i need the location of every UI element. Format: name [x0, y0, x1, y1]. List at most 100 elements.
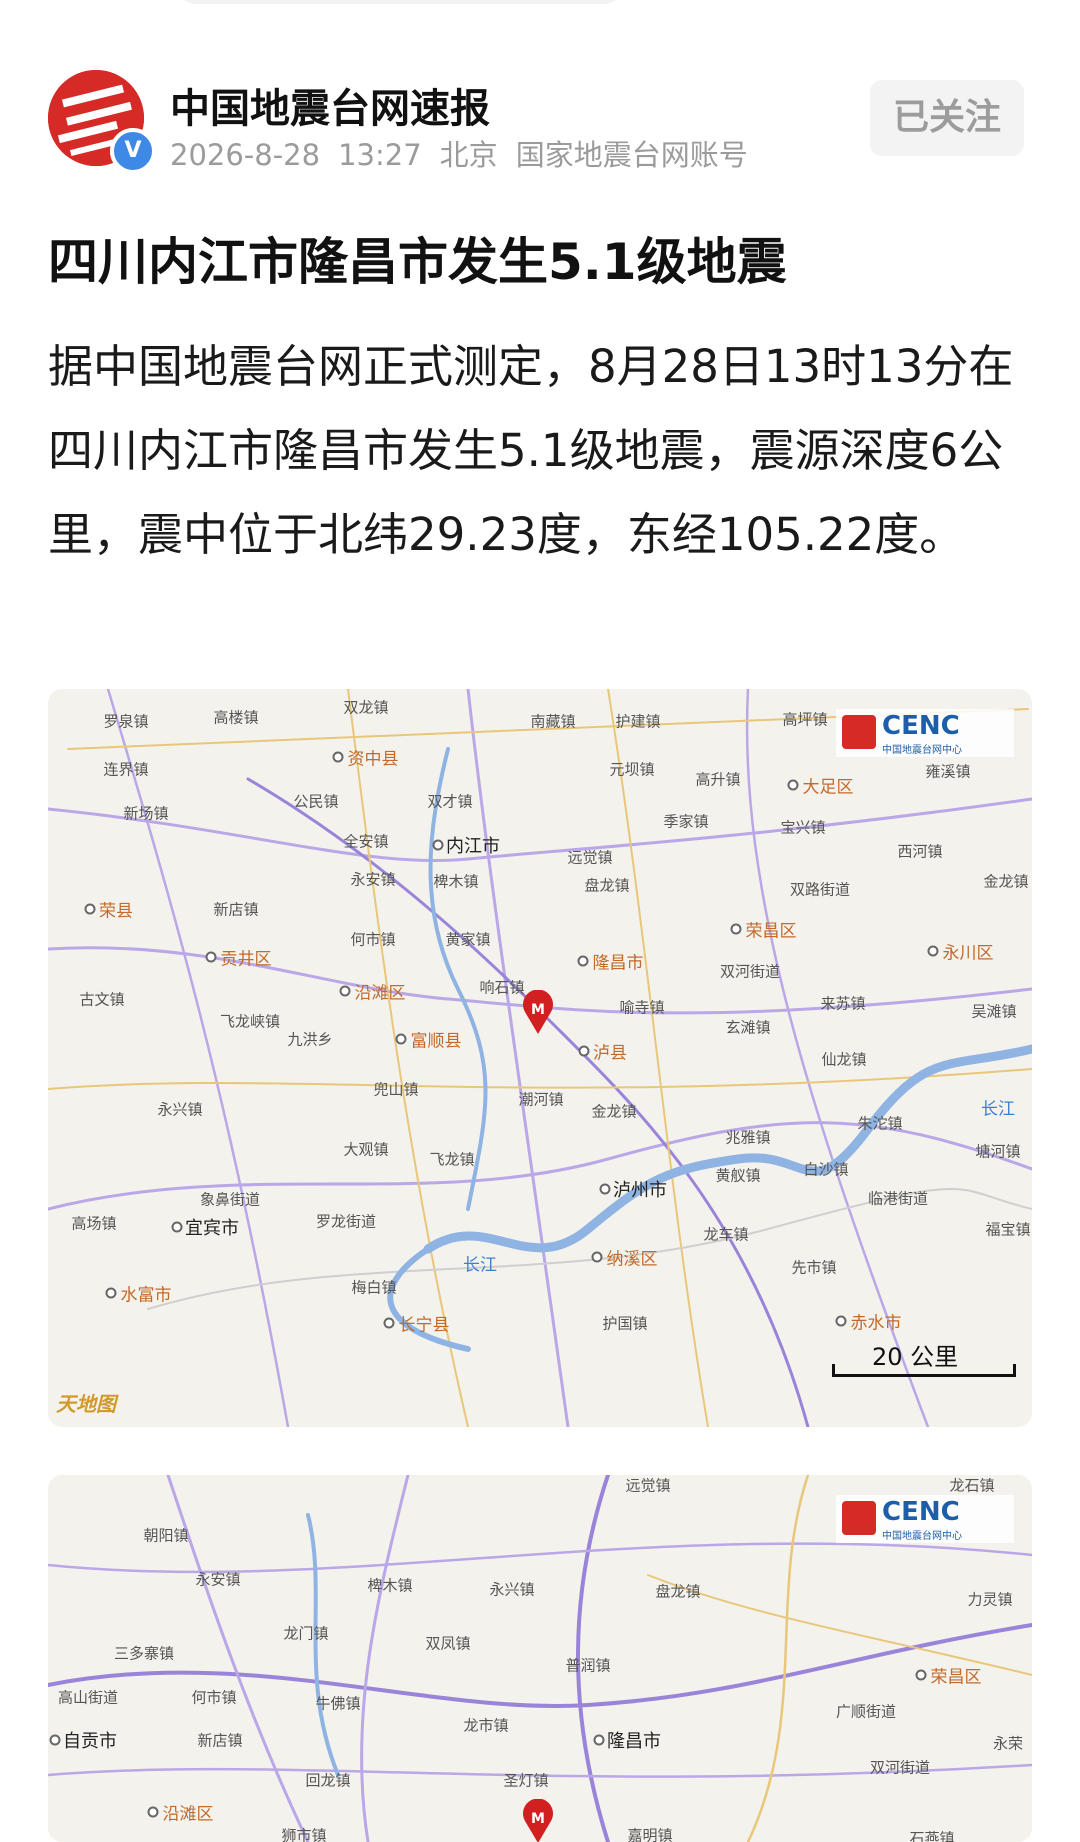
cenc-logo-sub: 中国地震台网中心 — [882, 1531, 962, 1542]
map-place-label: 先市镇 — [791, 1258, 837, 1277]
map-place-label: 飞龙峡镇 — [219, 1012, 281, 1031]
map-place-label: 荣县 — [99, 901, 133, 922]
map-place-label: 金龙镇 — [983, 872, 1029, 891]
map-place-label: 纳溪区 — [606, 1249, 658, 1270]
cenc-logo-text: CENC — [882, 711, 960, 741]
map-place-label: 龙车镇 — [703, 1225, 749, 1244]
map-place-label: 内江市 — [446, 836, 500, 857]
scale-bar — [832, 1364, 1016, 1377]
map-place-dot-icon — [578, 1045, 590, 1057]
map-place-label: 泸县 — [593, 1043, 627, 1064]
map-place-label: 椑木镇 — [367, 1576, 413, 1595]
map-place-dot-icon — [599, 1183, 611, 1195]
post-meta: 2026-8-28 13:27 北京 国家地震台网账号 — [170, 132, 766, 174]
map-place-label: 大观镇 — [343, 1140, 389, 1159]
map-place-label: 朱沱镇 — [857, 1114, 903, 1133]
map-place-label: 何市镇 — [191, 1688, 237, 1707]
map-place-label: 长江 — [981, 1099, 1015, 1120]
map-place-dot-icon — [205, 951, 217, 963]
map-place-label: 普润镇 — [565, 1656, 611, 1675]
map-place-label: 富顺县 — [410, 1031, 462, 1052]
account-type: 国家地震台网账号 — [515, 138, 748, 172]
map-place-label: 资中县 — [347, 749, 399, 770]
map-place-label: 季家镇 — [663, 812, 709, 831]
map-place-dot-icon — [591, 1251, 603, 1263]
map-place-label: 泸州市 — [613, 1180, 667, 1201]
verified-badge-icon: V — [110, 128, 156, 174]
map-place-dot-icon — [787, 779, 799, 791]
map-place-label: 嘉明镇 — [627, 1826, 673, 1842]
map-place-label: 盘龙镇 — [584, 876, 630, 895]
map-place-label: 吴滩镇 — [971, 1002, 1017, 1021]
map-place-label: 九洪乡 — [287, 1030, 333, 1049]
map-place-label: 金龙镇 — [591, 1102, 637, 1121]
map-place-label: 龙门镇 — [283, 1624, 329, 1643]
map-place-label: 福宝镇 — [985, 1220, 1031, 1239]
map-place-label: 护国镇 — [602, 1314, 648, 1333]
map-place-dot-icon — [915, 1669, 927, 1681]
map-place-label: 飞龙镇 — [429, 1150, 475, 1169]
map-place-label: 临港街道 — [867, 1189, 929, 1208]
map-place-label: 长江 — [463, 1255, 497, 1276]
map-place-label: 永安镇 — [350, 870, 396, 889]
map-place-dot-icon — [730, 923, 742, 935]
map-place-label: 南藏镇 — [530, 712, 576, 731]
map-place-dot-icon — [432, 839, 444, 851]
map-place-label: 贡井区 — [220, 949, 272, 970]
account-name[interactable]: 中国地震台网速报 — [170, 76, 490, 134]
map-place-label: 罗泉镇 — [103, 712, 149, 731]
map-place-label: 朝阳镇 — [143, 1526, 189, 1545]
map-provider-logo: 天地图 — [56, 1392, 116, 1416]
map-place-label: 全安镇 — [343, 832, 389, 851]
map-place-label: 水富市 — [120, 1285, 172, 1306]
map-place-label: 玄滩镇 — [725, 1018, 771, 1037]
earthquake-map-regional[interactable]: M CENC 中国地震台网中心 20 公里 天地图 罗泉镇 高楼镇 双龙镇 南藏镇 护建… — [48, 689, 1032, 1427]
map-place-label: 白沙镇 — [803, 1160, 849, 1179]
map-place-label: 沿滩区 — [354, 983, 406, 1004]
svg-text:M: M — [531, 1002, 545, 1018]
article-body: 据中国地震台网正式测定，8月28日13时13分在四川内江市隆昌市发生5.1级地震… — [48, 340, 1014, 561]
map-place-label: 力灵镇 — [967, 1590, 1013, 1609]
map-place-label: 雍溪镇 — [925, 762, 971, 781]
map-place-label: 龙市镇 — [463, 1716, 509, 1735]
svg-text:M: M — [531, 1811, 545, 1827]
map-place-label: 远觉镇 — [625, 1476, 671, 1495]
map-place-dot-icon — [395, 1033, 407, 1045]
map-place-label: 黄家镇 — [445, 930, 491, 949]
map-place-label: 永安镇 — [195, 1570, 241, 1589]
map-place-label: 双凤镇 — [425, 1634, 471, 1653]
map-place-label: 高楼镇 — [213, 708, 259, 727]
post-location: 北京 — [439, 138, 498, 172]
map-place-label: 梅白镇 — [351, 1278, 397, 1297]
map-place-label: 兜山镇 — [373, 1080, 419, 1099]
post-time: 13:27 — [338, 138, 422, 172]
map-place-label: 隆昌市 — [607, 1731, 661, 1752]
earthquake-map-zoomed[interactable]: M CENC 中国地震台网中心 远觉镇 龙石镇 朝阳镇 永安镇 椑木镇 永兴镇 盘龙镇 力灵镇… — [48, 1475, 1032, 1842]
map-place-label: 新场镇 — [123, 804, 169, 823]
map-place-label: 新店镇 — [197, 1731, 243, 1750]
map-place-label: 高山街道 — [57, 1688, 119, 1707]
map-place-label: 永兴镇 — [489, 1580, 535, 1599]
map-place-label: 喻寺镇 — [619, 998, 665, 1017]
map-place-label: 高场镇 — [71, 1214, 117, 1233]
map-place-label: 公民镇 — [293, 792, 339, 811]
map-place-label: 来苏镇 — [820, 994, 866, 1013]
map-place-dot-icon — [383, 1317, 395, 1329]
map-place-dot-icon — [84, 903, 96, 915]
map-place-label: 隆昌市 — [592, 953, 644, 974]
map-place-label: 荣昌区 — [745, 921, 797, 942]
map-place-dot-icon — [332, 751, 344, 763]
map-place-label: 石燕镇 — [909, 1829, 955, 1842]
map-place-label: 宝兴镇 — [780, 818, 826, 837]
follow-button[interactable]: 已关注 — [870, 80, 1024, 156]
map-place-label: 双龙镇 — [343, 698, 389, 717]
map-place-label: 罗龙街道 — [315, 1212, 377, 1231]
map-place-label: 三多寨镇 — [113, 1644, 175, 1663]
map-place-label: 双河街道 — [719, 962, 781, 981]
map-place-dot-icon — [105, 1287, 117, 1299]
map-place-label: 连界镇 — [103, 760, 149, 779]
map-place-dot-icon — [339, 985, 351, 997]
map-place-dot-icon — [927, 945, 939, 957]
map-place-dot-icon — [49, 1734, 61, 1746]
map-scale: 20 公里 — [832, 1343, 1016, 1377]
